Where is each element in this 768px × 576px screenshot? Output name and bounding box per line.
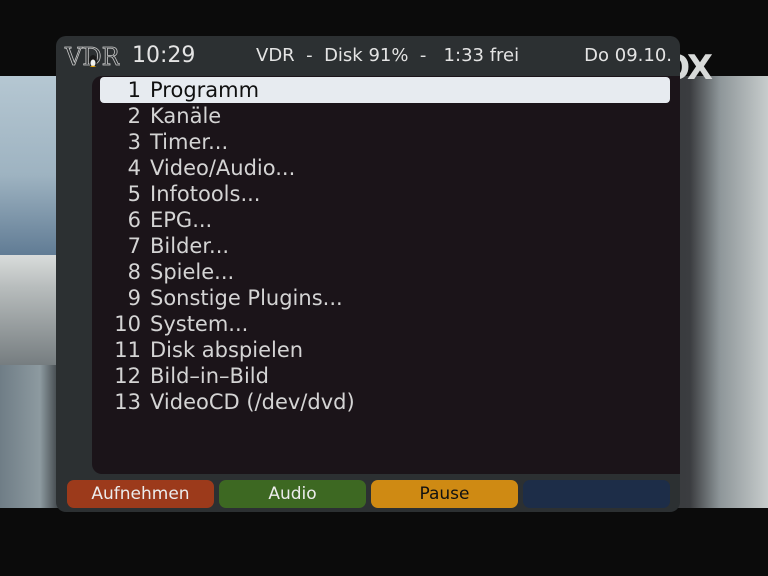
menu-item-number: 11 [114, 338, 141, 362]
menu-item-label: Kanäle [150, 104, 222, 128]
menu-item[interactable]: 8 Spiele... [100, 259, 670, 285]
menu-item[interactable]: 10 System... [100, 311, 670, 337]
menu-item[interactable]: 12 Bild–in–Bild [100, 363, 670, 389]
tv-background-sky [0, 76, 60, 256]
menu-item-number: 1 [127, 78, 141, 102]
red-button-record[interactable]: Aufnehmen [67, 480, 214, 508]
menu-item-label: Disk abspielen [150, 338, 304, 362]
menu-item-label: Bilder... [150, 234, 230, 258]
osd-main-menu: VDR 10:29 VDR - Disk 91% - 1:33 frei Do … [56, 36, 680, 512]
menu-list: 1 Programm 2 Kanäle 3 Timer... 4 Video/Audio...… [100, 77, 670, 415]
menu-item[interactable]: 11 Disk abspielen [100, 337, 670, 363]
menu-item-label: Bild–in–Bild [150, 364, 269, 388]
menu-item[interactable]: 7 Bilder... [100, 233, 670, 259]
menu-item-label: System... [150, 312, 249, 336]
menu-item-label: Infotools... [150, 182, 261, 206]
menu-item-label: Spiele... [150, 260, 235, 284]
menu-item[interactable]: 9 Sonstige Plugins... [100, 285, 670, 311]
menu-item-number: 2 [127, 104, 141, 128]
menu-item[interactable]: 6 EPG... [100, 207, 670, 233]
menu-item[interactable]: 4 Video/Audio... [100, 155, 670, 181]
vdr-logo-icon: VDR [64, 43, 120, 71]
menu-item-number: 6 [127, 208, 141, 232]
yellow-button-pause[interactable]: Pause [371, 480, 518, 508]
menu-item-number: 5 [127, 182, 141, 206]
osd-header: VDR 10:29 VDR - Disk 91% - 1:33 frei Do … [56, 36, 680, 76]
color-button-bar: Aufnehmen Audio Pause [67, 480, 670, 508]
menu-item[interactable]: 13 VideoCD (/dev/dvd) [100, 389, 670, 415]
menu-item-number: 7 [127, 234, 141, 258]
menu-item-number: 8 [127, 260, 141, 284]
menu-item-number: 10 [114, 312, 141, 336]
menu-item-label: VideoCD (/dev/dvd) [150, 390, 355, 414]
header-date: Do 09.10. [584, 45, 672, 66]
menu-item-number: 13 [114, 390, 141, 414]
tv-background-railing [0, 255, 60, 365]
menu-item[interactable]: 2 Kanäle [100, 103, 670, 129]
header-title: VDR - Disk 91% - 1:33 frei [256, 45, 520, 66]
menu-item-label: Sonstige Plugins... [150, 286, 343, 310]
menu-item[interactable]: 3 Timer... [100, 129, 670, 155]
blue-button[interactable] [523, 480, 670, 508]
menu-item-number: 9 [127, 286, 141, 310]
menu-item-label: EPG... [150, 208, 213, 232]
menu-item-number: 3 [127, 130, 141, 154]
menu-item[interactable]: 1 Programm [100, 77, 670, 103]
menu-area: 1 Programm 2 Kanäle 3 Timer... 4 Video/Audio...… [92, 76, 680, 474]
menu-item[interactable]: 5 Infotools... [100, 181, 670, 207]
menu-item-label: Programm [150, 78, 260, 102]
menu-item-number: 4 [127, 156, 141, 180]
menu-item-label: Video/Audio... [150, 156, 296, 180]
clock: 10:29 [132, 43, 196, 68]
menu-item-number: 12 [114, 364, 141, 388]
menu-item-label: Timer... [150, 130, 229, 154]
green-button-audio[interactable]: Audio [219, 480, 366, 508]
